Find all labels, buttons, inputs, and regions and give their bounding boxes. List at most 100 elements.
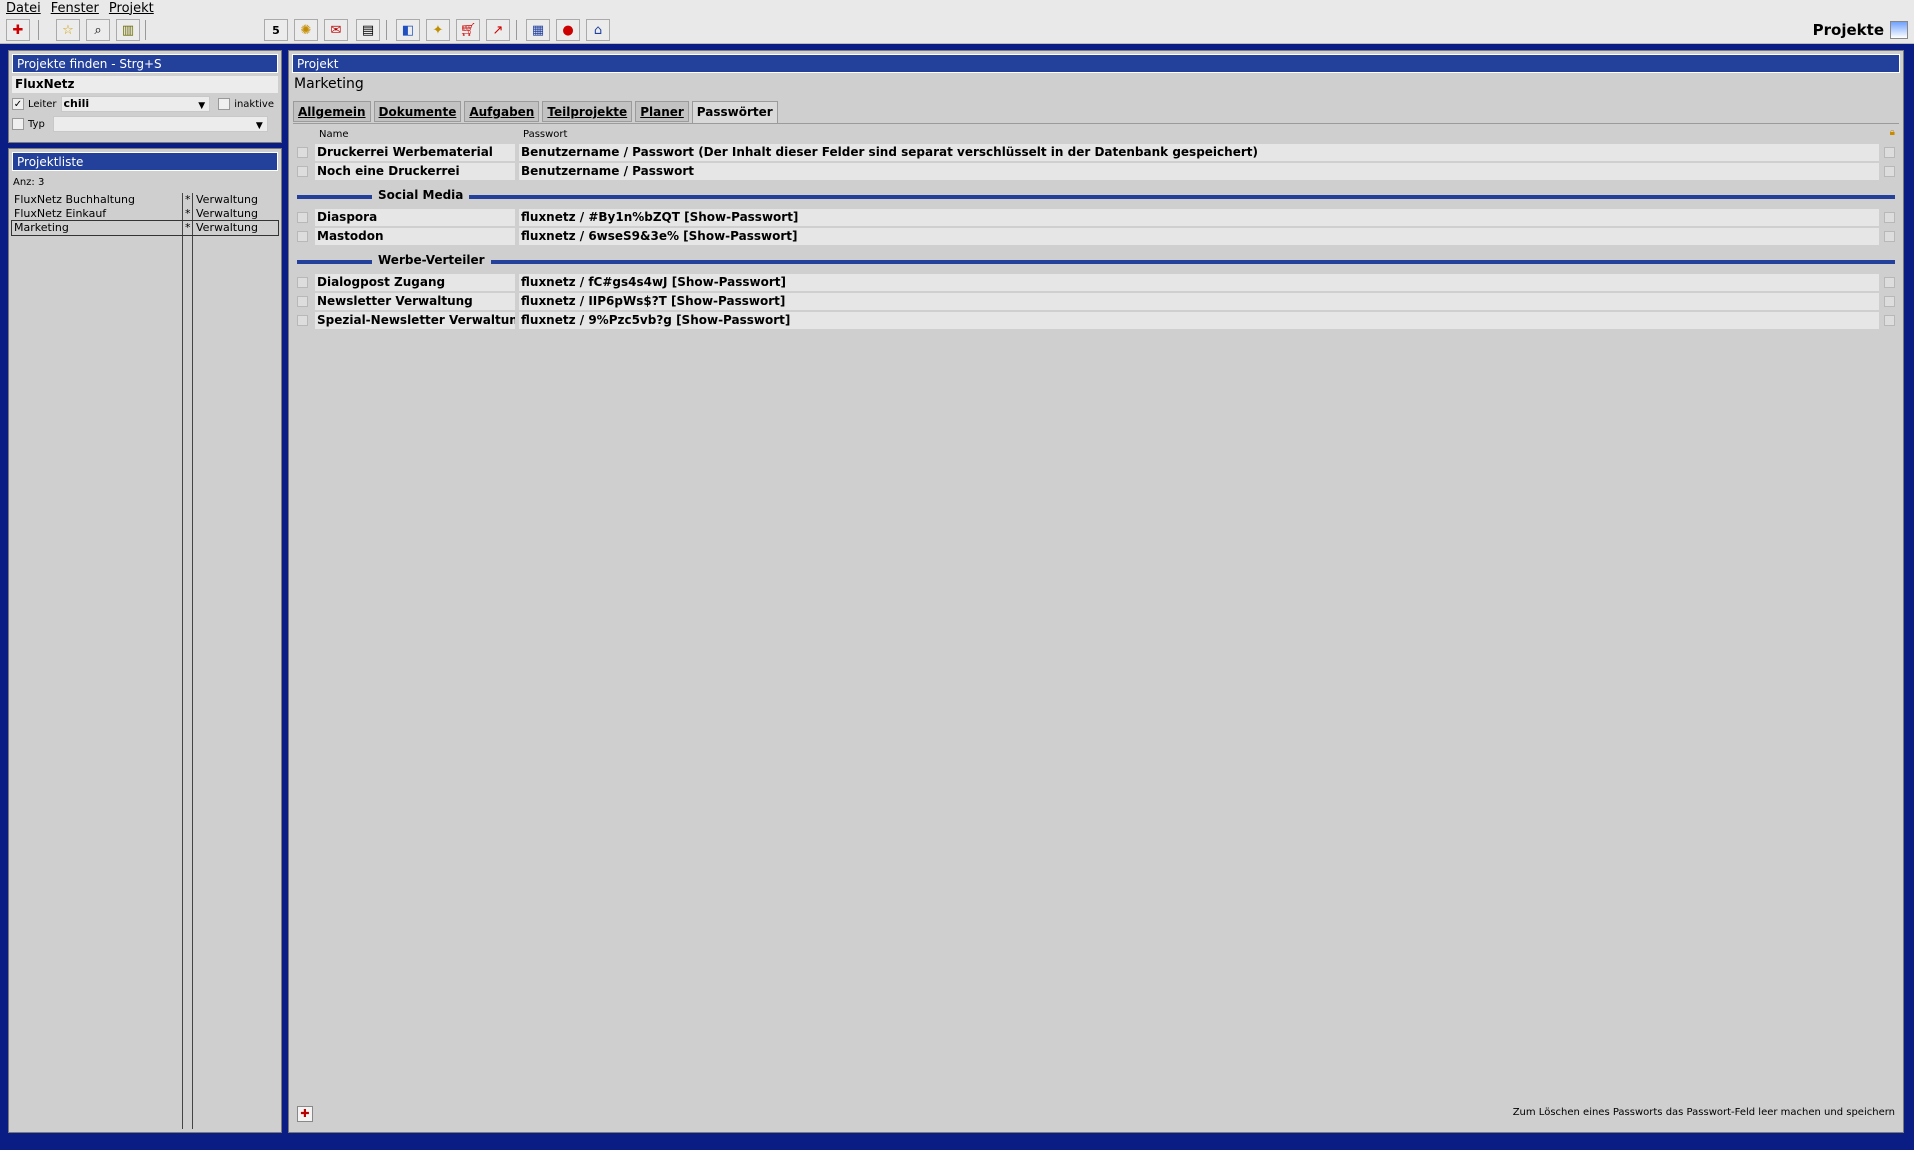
lock-icon: 🔒︎ [1889, 127, 1895, 138]
toolbar-separator [145, 20, 146, 40]
search-panel: Projekte finden - Strg+S FluxNetz ✓ Leit… [8, 50, 282, 143]
tab-passwoerter[interactable]: Passwörter [691, 101, 778, 123]
cabinet-icon[interactable]: ▤ [356, 19, 380, 41]
list-item[interactable]: FluxNetz Buchhaltung * Verwaltung [12, 193, 278, 207]
project-type: Verwaltung [196, 207, 258, 220]
calendar-icon[interactable]: 5 [264, 19, 288, 41]
typ-label: Typ [28, 118, 45, 130]
project-name: FluxNetz Einkauf [14, 207, 107, 220]
leiter-label: Leiter [28, 98, 57, 110]
tab-allgemein[interactable]: Allgemein [293, 101, 371, 122]
new-project-icon[interactable]: ✚ [6, 19, 30, 41]
add-password-icon[interactable]: ✚ [297, 1106, 313, 1122]
group-line [297, 195, 1895, 199]
password-value-field[interactable]: fluxnetz / #By1n%bZQT [Show-Passwort] [519, 209, 1879, 226]
row-lock-checkbox[interactable] [1884, 147, 1895, 158]
password-value-field[interactable]: fluxnetz / 6wseS9&3e% [Show-Passwort] [519, 228, 1879, 245]
row-checkbox[interactable] [297, 212, 308, 223]
menu-bar: Datei Fenster Projekt [0, 0, 1914, 16]
project-list: FluxNetz Buchhaltung * Verwaltung FluxNe… [11, 193, 279, 1129]
projektliste-header: Projektliste [12, 152, 278, 171]
password-tab-content: Name Passwort 🔒︎ Druckerrei Werbemateria… [293, 123, 1899, 1098]
project-panel: Projekt Marketing Allgemein Dokumente Au… [288, 50, 1904, 1133]
password-row: Diaspora fluxnetz / #By1n%bZQT [Show-Pas… [293, 209, 1899, 227]
row-checkbox[interactable] [297, 231, 308, 242]
cart-icon[interactable]: 🛒︎ [456, 19, 480, 41]
typ-select[interactable]: ▼ [52, 116, 268, 132]
password-name-field[interactable]: Noch eine Druckerrei [315, 163, 515, 180]
row-checkbox[interactable] [297, 296, 308, 307]
password-value-field[interactable]: Benutzername / Passwort [519, 163, 1879, 180]
password-value-field[interactable]: fluxnetz / IIP6pWs$?T [Show-Passwort] [519, 293, 1879, 310]
leiter-select[interactable]: chili ▼ [60, 96, 211, 112]
window-icon[interactable]: ◧ [396, 19, 420, 41]
favorites-icon[interactable]: ☆ [56, 19, 80, 41]
row-checkbox[interactable] [297, 315, 308, 326]
row-lock-checkbox[interactable] [1884, 315, 1895, 326]
chevron-down-icon: ▼ [255, 121, 263, 131]
project-title: Marketing [294, 76, 364, 92]
group-title: Social Media [372, 188, 470, 202]
row-lock-checkbox[interactable] [1884, 231, 1895, 242]
password-name-field[interactable]: Spezial-Newsletter Verwaltung [315, 312, 515, 329]
app-icon [1890, 21, 1908, 39]
menu-projekt[interactable]: Projekt [109, 1, 154, 16]
compass-icon[interactable]: ✺ [294, 19, 318, 41]
row-lock-checkbox[interactable] [1884, 166, 1895, 177]
password-name-field[interactable]: Newsletter Verwaltung [315, 293, 515, 310]
list-item[interactable]: FluxNetz Einkauf * Verwaltung [12, 207, 278, 221]
password-name-field[interactable]: Druckerrei Werbematerial [315, 144, 515, 161]
app-title: Projekte [1812, 21, 1884, 39]
row-checkbox[interactable] [297, 277, 308, 288]
leiter-row: ✓ Leiter chili ▼ inaktive [12, 95, 278, 113]
chevron-down-icon: ▼ [198, 101, 206, 111]
password-row: Dialogpost Zugang fluxnetz / fC#gs4s4wJ … [293, 274, 1899, 292]
project-flag: * [185, 221, 191, 234]
inaktive-label: inaktive [234, 98, 274, 110]
search-input[interactable]: FluxNetz [12, 76, 278, 93]
password-value-field[interactable]: fluxnetz / fC#gs4s4wJ [Show-Passwort] [519, 274, 1879, 291]
tab-planer[interactable]: Planer [635, 101, 689, 122]
project-type: Verwaltung [196, 221, 258, 234]
menu-datei[interactable]: Datei [6, 1, 41, 16]
row-lock-checkbox[interactable] [1884, 277, 1895, 288]
tab-dokumente[interactable]: Dokumente [373, 101, 462, 122]
password-row: Spezial-Newsletter Verwaltung fluxnetz /… [293, 312, 1899, 330]
column-divider [182, 193, 183, 1129]
home-icon[interactable]: ⌂ [586, 19, 610, 41]
toolbar-separator [516, 20, 517, 40]
row-checkbox[interactable] [297, 147, 308, 158]
group-separator: Werbe-Verteiler [297, 253, 1895, 268]
row-lock-checkbox[interactable] [1884, 296, 1895, 307]
column-header-name: Name [319, 129, 349, 140]
list-item-selected[interactable]: Marketing * Verwaltung [11, 220, 279, 236]
group-separator: Social Media [297, 188, 1895, 203]
project-name: FluxNetz Buchhaltung [14, 193, 135, 206]
row-lock-checkbox[interactable] [1884, 212, 1895, 223]
menu-fenster[interactable]: Fenster [51, 1, 99, 16]
password-name-field[interactable]: Mastodon [315, 228, 515, 245]
row-checkbox[interactable] [297, 166, 308, 177]
password-name-field[interactable]: Dialogpost Zugang [315, 274, 515, 291]
chart-icon[interactable]: ↗ [486, 19, 510, 41]
project-header: Projekt [292, 54, 1900, 73]
chat-icon[interactable]: ● [556, 19, 580, 41]
password-value-field[interactable]: fluxnetz / 9%Pzc5vb?g [Show-Passwort] [519, 312, 1879, 329]
password-value-field[interactable]: Benutzername / Passwort (Der Inhalt dies… [519, 144, 1879, 161]
tab-aufgaben[interactable]: Aufgaben [464, 101, 540, 122]
wand-icon[interactable]: ✦ [426, 19, 450, 41]
search-icon[interactable]: ⌕ [86, 19, 110, 41]
typ-checkbox[interactable] [12, 118, 24, 130]
inaktive-checkbox[interactable] [218, 98, 231, 110]
mail-icon[interactable]: ✉ [324, 19, 348, 41]
password-name-field[interactable]: Diaspora [315, 209, 515, 226]
columns-icon[interactable]: ▥ [116, 19, 140, 41]
search-header: Projekte finden - Strg+S [12, 54, 278, 73]
projektliste-panel: Projektliste Anz: 3 FluxNetz Buchhaltung… [8, 148, 282, 1133]
book-icon[interactable]: ▦ [526, 19, 550, 41]
password-row: Mastodon fluxnetz / 6wseS9&3e% [Show-Pas… [293, 228, 1899, 246]
tab-teilprojekte[interactable]: Teilprojekte [542, 101, 633, 122]
leiter-checkbox[interactable]: ✓ [12, 98, 24, 110]
project-count: Anz: 3 [13, 177, 45, 188]
column-divider [192, 193, 193, 1129]
